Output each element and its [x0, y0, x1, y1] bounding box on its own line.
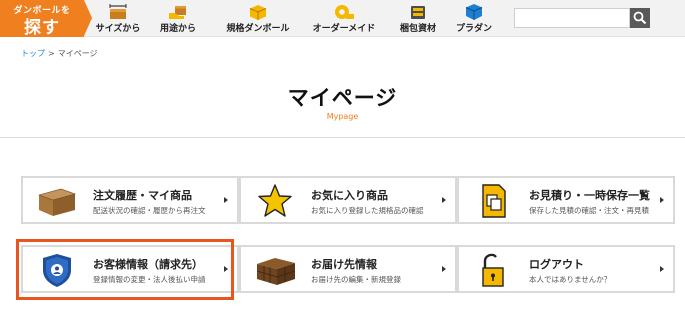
cardboard-box-icon — [38, 188, 76, 216]
search-field[interactable] — [514, 8, 630, 31]
nav-item-packing-materials[interactable]: 梱包資材 — [390, 0, 446, 37]
card-title: お気に入り商品 — [311, 189, 388, 202]
card-estimates[interactable]: お見積り・一時保存一覧 保存した見積の確認・注文・再見積 — [457, 176, 675, 224]
breadcrumb-separator: > — [48, 49, 55, 58]
card-title: 注文履歴・マイ商品 — [93, 189, 192, 202]
breadcrumb: トップ > マイページ — [21, 48, 98, 59]
nav-item-size[interactable]: サイズから — [90, 0, 146, 37]
tape-roll-icon — [335, 5, 354, 19]
nav-item-label: 規格ダンボール — [226, 24, 290, 34]
card-subtitle: お届け先の編集・新規登録 — [311, 275, 401, 284]
chevron-right-icon — [660, 197, 664, 203]
nav-item-order-made[interactable]: オーダーメイド — [306, 0, 382, 37]
search-icon — [633, 11, 647, 25]
breadcrumb-home-link[interactable]: トップ — [21, 49, 45, 58]
chevron-right-icon — [224, 197, 228, 203]
search-input[interactable] — [515, 12, 629, 31]
nav-item-label: サイズから — [95, 24, 141, 34]
chevron-right-icon — [660, 266, 664, 272]
card-subtitle: 保存した見積の確認・注文・再見積 — [529, 206, 649, 215]
selection-highlight — [16, 239, 234, 300]
card-order-history[interactable]: 注文履歴・マイ商品 配送状況の確認・履歴から再注文 — [21, 176, 239, 224]
card-favorites[interactable]: お気に入り商品 お気に入り登録した規格品の確認 — [239, 176, 457, 224]
cube-box-icon — [249, 5, 267, 20]
ruler-box-icon — [109, 4, 127, 19]
top-navigation: ダンボールを 探す サイズから 用途から 規格ダンボール オーダーメイド 梱包資… — [0, 0, 685, 38]
page-subtitle: Mypage — [326, 112, 359, 121]
stacked-boxes-icon — [256, 258, 296, 285]
nav-item-label: プラダン — [455, 24, 492, 34]
nav-item-label: オーダーメイド — [312, 24, 376, 34]
card-title: お届け先情報 — [311, 258, 377, 271]
page-header: マイページ Mypage — [0, 62, 685, 138]
card-subtitle: 本人ではありませんか？ — [529, 275, 612, 284]
unlocked-padlock-icon — [482, 253, 504, 287]
hand-box-icon — [169, 6, 186, 19]
nav-item-label: 梱包資材 — [399, 24, 436, 34]
card-delivery-addresses[interactable]: お届け先情報 お届け先の編集・新規登録 — [239, 245, 457, 293]
nav-item-label: 用途から — [159, 24, 196, 34]
packing-material-icon — [411, 6, 425, 19]
search-button[interactable] — [630, 8, 650, 28]
nav-item-pladan[interactable]: プラダン — [446, 0, 502, 37]
card-title: ログアウト — [529, 258, 584, 271]
nav-item-standard-boxes[interactable]: 規格ダンボール — [220, 0, 296, 37]
card-subtitle: 配送状況の確認・履歴から再注文 — [93, 206, 206, 215]
star-icon — [258, 184, 292, 217]
documents-icon — [482, 184, 506, 218]
plastic-cube-icon — [465, 4, 483, 20]
card-logout[interactable]: ログアウト 本人ではありませんか？ — [457, 245, 675, 293]
nav-item-usage[interactable]: 用途から — [150, 0, 206, 37]
badge-big-text: 探す — [24, 18, 60, 38]
search-boxes-badge[interactable]: ダンボールを 探す — [0, 0, 92, 38]
chevron-right-icon — [442, 197, 446, 203]
card-title: お見積り・一時保存一覧 — [529, 189, 650, 202]
breadcrumb-current: マイページ — [57, 49, 98, 58]
card-subtitle: お気に入り登録した規格品の確認 — [311, 206, 424, 215]
chevron-right-icon — [442, 266, 446, 272]
page-title: マイページ — [287, 86, 398, 110]
